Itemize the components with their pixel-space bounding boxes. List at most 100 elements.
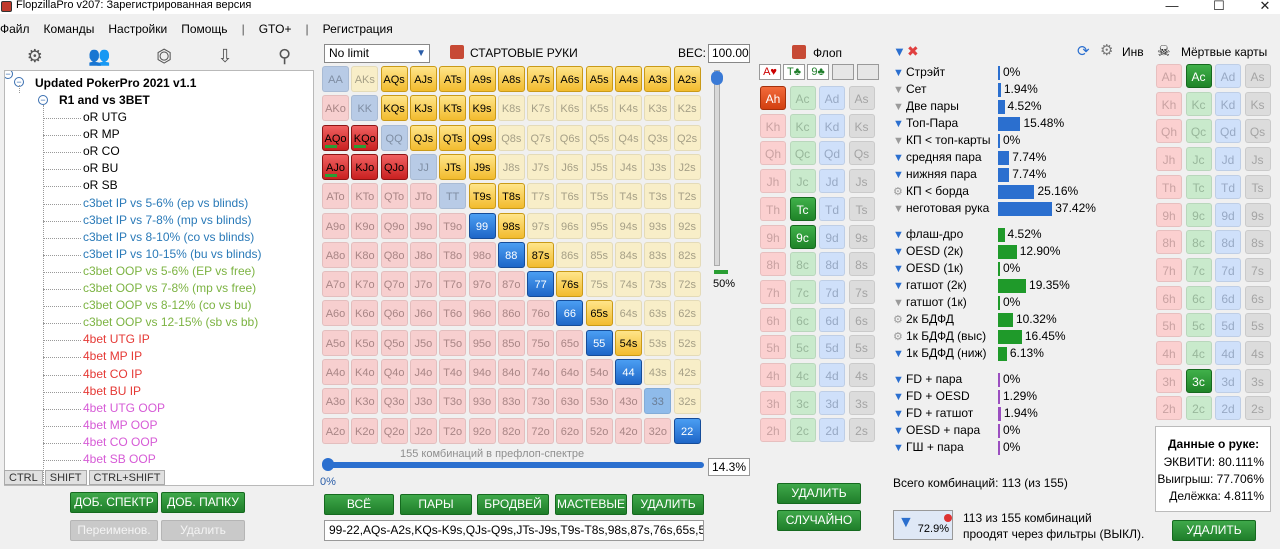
- tree-item[interactable]: c3bet OOP vs 8-12% (co vs bu): [83, 297, 252, 314]
- flop-card-5c[interactable]: 5c: [789, 335, 816, 360]
- hand-cell-92s[interactable]: 92s: [673, 212, 701, 239]
- range-text-input[interactable]: 99-22,AQs-A2s,KQs-K9s,QJs-Q9s,JTs-J9s,T9…: [324, 520, 704, 541]
- hand-cell-J2o[interactable]: J2o: [409, 417, 437, 444]
- filter-icon[interactable]: ▼: [893, 261, 906, 278]
- menu-registration[interactable]: Регистрация: [323, 22, 393, 36]
- flop-card-3h[interactable]: 3h: [760, 390, 786, 415]
- flop-card-8h[interactable]: 8h: [760, 252, 786, 277]
- select-all-button[interactable]: ВСЁ: [324, 494, 394, 515]
- dead-card-Jc[interactable]: Jc: [1185, 147, 1212, 172]
- flop-card-Jc[interactable]: Jc: [789, 169, 816, 194]
- dead-card-5h[interactable]: 5h: [1156, 313, 1182, 338]
- flop-slot-5[interactable]: [857, 64, 879, 80]
- hand-cell-ATs[interactable]: ATs: [439, 66, 467, 92]
- hand-cell-A7o[interactable]: A7o: [322, 271, 349, 298]
- flop-card-Ad[interactable]: Ad: [819, 86, 845, 110]
- hand-cell-74s[interactable]: 74s: [615, 271, 642, 298]
- filter-row[interactable]: ⚙ 2к БДФД: [893, 311, 954, 328]
- pairs-button[interactable]: ПАРЫ: [400, 494, 472, 515]
- hand-cell-63o[interactable]: 63o: [556, 388, 584, 415]
- hand-cell-65s[interactable]: 65s: [585, 300, 613, 327]
- hand-cell-94o[interactable]: 94o: [468, 359, 496, 385]
- hand-cell-A9s[interactable]: A9s: [468, 66, 496, 92]
- rename-button[interactable]: Переименов.: [70, 520, 158, 541]
- hand-cell-AJs[interactable]: AJs: [409, 66, 437, 92]
- hand-cell-K7o[interactable]: K7o: [351, 271, 379, 298]
- hand-cell-98s[interactable]: 98s: [497, 212, 525, 239]
- hand-cell-K4s[interactable]: K4s: [615, 95, 642, 122]
- hand-cell-Q5s[interactable]: Q5s: [585, 124, 613, 151]
- tree-item[interactable]: 4bet UTG OOP: [83, 400, 165, 417]
- dead-card-Td[interactable]: Td: [1215, 174, 1241, 199]
- flop-card-2s[interactable]: 2s: [848, 418, 875, 443]
- hand-cell-T3o[interactable]: T3o: [439, 388, 467, 415]
- filter-icon[interactable]: ▼: [893, 116, 906, 133]
- flop-card-Qc[interactable]: Qc: [789, 141, 816, 166]
- hand-cell-93s[interactable]: 93s: [644, 212, 672, 239]
- dead-card-Ah[interactable]: Ah: [1156, 64, 1182, 88]
- filter-row[interactable]: ▼ средняя пара: [893, 149, 982, 166]
- flop-card-Tc[interactable]: Tc: [789, 196, 816, 221]
- hand-cell-K2s[interactable]: K2s: [673, 95, 701, 122]
- hand-cell-QJs[interactable]: QJs: [409, 124, 437, 151]
- flop-card-8d[interactable]: 8d: [819, 252, 845, 277]
- filter-icon[interactable]: ▼: [893, 440, 906, 457]
- filter-icon[interactable]: ▼: [893, 372, 906, 389]
- dead-card-6d[interactable]: 6d: [1215, 285, 1241, 310]
- filter-row[interactable]: ▼ FD + OESD: [893, 388, 970, 405]
- hand-cell-77[interactable]: 77: [527, 271, 555, 298]
- hand-cell-Q6s[interactable]: Q6s: [556, 124, 584, 151]
- add-folder-button[interactable]: ДОБ. ПАПКУ: [161, 492, 245, 513]
- hand-cell-K8o[interactable]: K8o: [351, 241, 379, 268]
- dead-card-4d[interactable]: 4d: [1215, 341, 1241, 365]
- hand-cell-A8s[interactable]: A8s: [497, 66, 525, 92]
- hand-cell-72s[interactable]: 72s: [673, 271, 701, 298]
- flop-card-9d[interactable]: 9d: [819, 224, 845, 249]
- dead-card-Qs[interactable]: Qs: [1244, 119, 1271, 144]
- hand-cell-42s[interactable]: 42s: [673, 359, 701, 385]
- collapse-icon[interactable]: −: [5, 71, 13, 79]
- hand-cell-95o[interactable]: 95o: [468, 329, 496, 356]
- filter-icon[interactable]: ▼: [893, 295, 906, 312]
- dead-card-8s[interactable]: 8s: [1244, 230, 1271, 255]
- hand-cell-32o[interactable]: 32o: [644, 417, 672, 444]
- flop-card-7h[interactable]: 7h: [760, 279, 786, 304]
- hand-cell-73o[interactable]: 73o: [527, 388, 555, 415]
- flop-card-Qh[interactable]: Qh: [760, 141, 786, 166]
- filter-status-box[interactable]: ▼ 72.9%: [893, 510, 953, 540]
- tree-item[interactable]: c3bet OOP vs 12-15% (sb vs bb): [83, 314, 258, 331]
- hand-cell-66[interactable]: 66: [556, 300, 584, 327]
- dead-card-9s[interactable]: 9s: [1244, 202, 1271, 227]
- hand-cell-KTo[interactable]: KTo: [351, 183, 379, 210]
- users-icon[interactable]: 👥: [88, 46, 110, 67]
- hand-cell-AA[interactable]: AA: [322, 66, 349, 92]
- hand-cell-A9o[interactable]: A9o: [322, 212, 349, 239]
- hand-cell-QTo[interactable]: QTo: [380, 183, 408, 210]
- hand-cell-82s[interactable]: 82s: [673, 241, 701, 268]
- hand-cell-62s[interactable]: 62s: [673, 300, 701, 327]
- tree-item[interactable]: oR UTG: [83, 109, 127, 126]
- filter-icon[interactable]: ▼: [893, 167, 906, 184]
- hand-cell-A2o[interactable]: A2o: [322, 417, 349, 444]
- hand-cell-Q4s[interactable]: Q4s: [615, 124, 642, 151]
- dead-card-9c[interactable]: 9c: [1185, 202, 1212, 227]
- gear-icon[interactable]: ⚙: [893, 184, 906, 201]
- hand-matrix[interactable]: AA AKs AQs AJs ATs A9s A8s A7s A6s A5s A4s A3s A2s AK…: [322, 66, 704, 446]
- dead-card-Qh[interactable]: Qh: [1156, 119, 1182, 144]
- hand-cell-T3s[interactable]: T3s: [644, 183, 672, 210]
- hand-cell-52s[interactable]: 52s: [673, 329, 701, 356]
- range-percent-input[interactable]: 14.3%: [708, 458, 750, 476]
- hand-cell-ATo[interactable]: ATo: [322, 183, 349, 210]
- hand-cell-T7s[interactable]: T7s: [527, 183, 555, 210]
- gear-icon[interactable]: ⚙: [27, 46, 43, 67]
- hand-cell-96s[interactable]: 96s: [556, 212, 584, 239]
- hand-cell-T6o[interactable]: T6o: [439, 300, 467, 327]
- dead-card-3d[interactable]: 3d: [1215, 368, 1241, 393]
- hand-cell-AJo[interactable]: AJo: [322, 153, 349, 180]
- flop-card-5d[interactable]: 5d: [819, 335, 845, 360]
- filter-icon[interactable]: ▼: [893, 150, 906, 167]
- dead-card-6h[interactable]: 6h: [1156, 285, 1182, 310]
- tree-item[interactable]: c3bet OOP vs 7-8% (mp vs free): [83, 280, 256, 297]
- hand-cell-AKs[interactable]: AKs: [351, 66, 379, 92]
- filter-icon[interactable]: ▼: [893, 99, 906, 116]
